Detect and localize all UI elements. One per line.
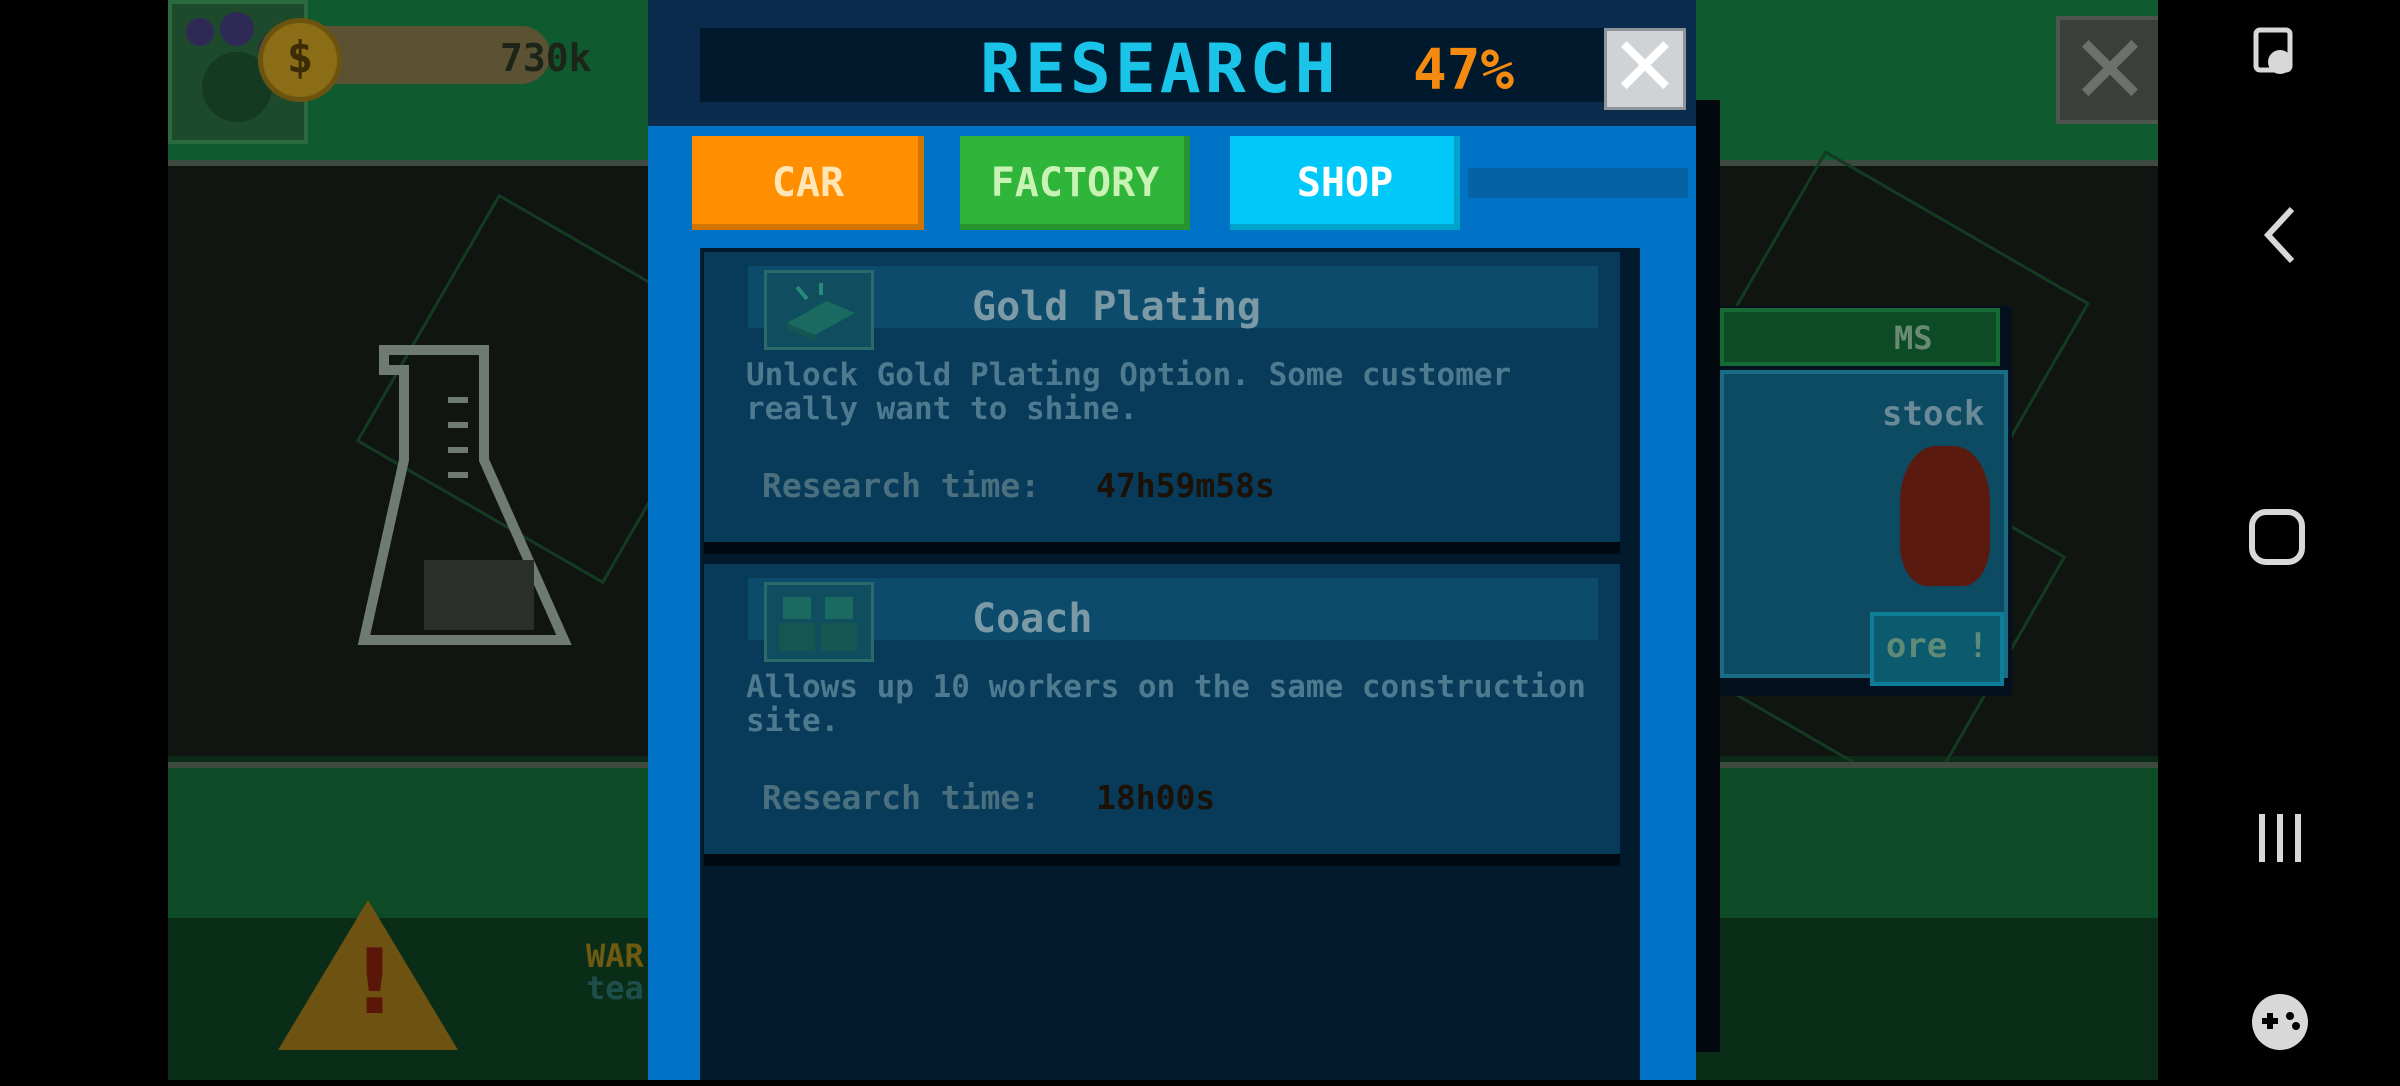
research-percent: 47% (1413, 38, 1515, 103)
flask-icon (357, 345, 572, 645)
research-time-value: 47h59m58s (1096, 466, 1275, 505)
game-launcher-icon[interactable] (2158, 962, 2400, 1082)
coin-icon: $ (258, 18, 342, 102)
warning-line-1: WAR (586, 937, 644, 975)
research-dialog: RESEARCH 47% ✕ CAR FACTORY SHOP Gold Pla… (648, 0, 1720, 1080)
research-time-label: Research time: (762, 466, 1041, 505)
side-card-text: stock (1882, 394, 1985, 434)
item-header: Coach (748, 578, 1598, 662)
research-item-coach[interactable]: Coach Allows up 10 workers on the same c… (704, 564, 1620, 866)
close-button[interactable]: ✕ (1604, 27, 1686, 110)
research-time-label: Research time: (762, 778, 1041, 817)
system-nav-bar (2158, 0, 2400, 1080)
dialog-title: RESEARCH (980, 30, 1340, 109)
item-description: Allows up 10 workers on the same constru… (746, 669, 1586, 739)
side-card-button[interactable]: ore ! (1870, 612, 2004, 686)
item-header: Gold Plating (748, 266, 1598, 350)
research-list[interactable]: Gold Plating Unlock Gold Plating Option.… (700, 248, 1640, 1080)
character-image (1900, 446, 1990, 586)
item-title: Gold Plating (972, 284, 1261, 330)
gold-bar-icon (764, 270, 874, 350)
tab-bar-decoration (1468, 168, 1688, 198)
warning-text: WAR tea (586, 940, 644, 1004)
side-card-header: MS (1720, 308, 2000, 366)
home-icon[interactable] (2158, 478, 2400, 598)
back-icon[interactable] (2158, 175, 2400, 295)
tab-car[interactable]: CAR (692, 136, 924, 230)
workers-icon (764, 582, 874, 662)
research-time-value: 18h00s (1096, 778, 1216, 817)
accessibility-icon[interactable] (2158, 0, 2400, 120)
research-item-gold-plating[interactable]: Gold Plating Unlock Gold Plating Option.… (704, 252, 1620, 554)
item-description: Unlock Gold Plating Option. Some custome… (746, 357, 1512, 427)
game-close-button[interactable]: ✕ (2056, 16, 2158, 124)
exclamation-icon: ! (354, 930, 396, 1035)
tab-shop[interactable]: SHOP (1230, 136, 1460, 230)
side-offer-card: MS stock ore ! (1720, 306, 2012, 696)
tab-factory[interactable]: FACTORY (960, 136, 1190, 230)
item-title: Coach (972, 596, 1093, 642)
warning-line-2: tea (586, 969, 644, 1007)
coin-amount: 730k (500, 36, 592, 80)
recents-icon[interactable] (2158, 778, 2400, 898)
